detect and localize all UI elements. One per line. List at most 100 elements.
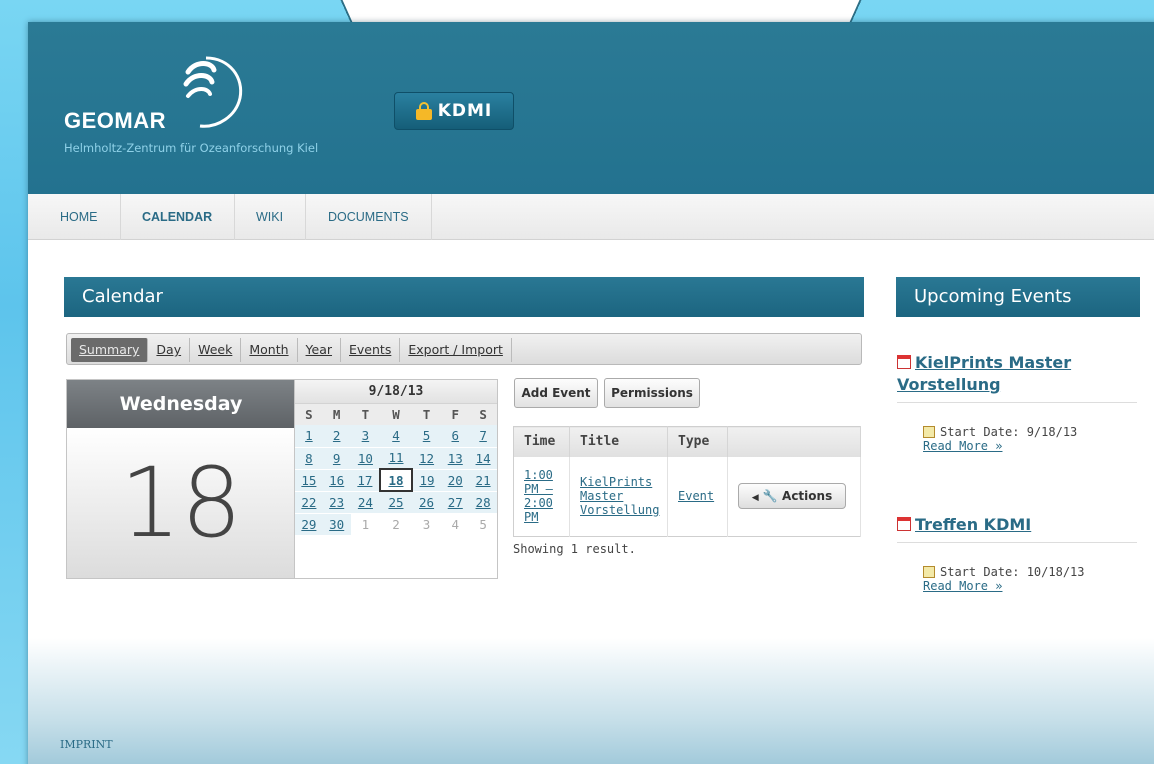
- logo-text[interactable]: GEOMAR: [64, 108, 166, 134]
- mini-calendar-grid: S M T W T F S 1 2 3 4 5 6 7 8 9 10 11 12…: [295, 404, 497, 536]
- weekday-header: T: [350, 404, 381, 425]
- tab-events[interactable]: Events: [341, 338, 401, 362]
- calendar-day[interactable]: 8: [295, 447, 323, 470]
- kdmi-badge[interactable]: KDMI: [394, 92, 514, 130]
- calendar-day-selected[interactable]: 18: [379, 468, 413, 492]
- event-time-line: 2:00: [524, 496, 553, 511]
- events-table: Time Title Type 1:00 PM – 2:00 PM KielPr…: [513, 426, 861, 537]
- background-card: [338, 0, 864, 24]
- calendar-day-other-month: 5: [469, 513, 497, 536]
- event-start-date: Start Date: 9/18/13: [897, 425, 1137, 439]
- event-time-line: 1:00: [524, 468, 553, 483]
- calendar-day[interactable]: 6: [441, 425, 470, 448]
- calendar-day[interactable]: 9: [322, 447, 351, 470]
- calendar-day[interactable]: 30: [322, 513, 351, 536]
- read-more-link[interactable]: Read More »: [897, 579, 1137, 593]
- calendar-day[interactable]: 12: [411, 447, 442, 470]
- table-row: 1:00 PM – 2:00 PM KielPrints Master Vors…: [513, 456, 861, 537]
- calendar-day[interactable]: 25: [380, 491, 412, 514]
- calendar-day[interactable]: 17: [350, 469, 381, 492]
- calendar-day[interactable]: 15: [295, 469, 323, 492]
- upcoming-event-item: KielPrints Master Vorstellung Start Date…: [897, 352, 1137, 453]
- caret-left-icon: ◀: [751, 493, 759, 504]
- calendar-day[interactable]: 19: [411, 469, 442, 492]
- calendar-day-other-month: 2: [380, 513, 412, 536]
- weekday-header: T: [411, 404, 442, 425]
- calendar-day[interactable]: 27: [441, 491, 470, 514]
- lock-icon: [415, 102, 432, 120]
- event-title-line: KielPrints: [580, 475, 653, 490]
- calendar-day[interactable]: 26: [411, 491, 442, 514]
- calendar-day[interactable]: 4: [380, 425, 412, 448]
- logo-subtitle: Helmholtz-Zentrum für Ozeanforschung Kie…: [64, 141, 319, 155]
- calendar-day[interactable]: 24: [350, 491, 381, 514]
- permissions-button[interactable]: Permissions: [604, 378, 700, 408]
- calendar-day[interactable]: 28: [469, 491, 497, 514]
- calendar-day[interactable]: 7: [469, 425, 497, 448]
- column-header-title: Title: [569, 426, 668, 457]
- calendar-small-icon: [923, 425, 935, 438]
- kdmi-label: KDMI: [437, 101, 493, 121]
- main-nav: HOME CALENDAR WIKI DOCUMENTS: [28, 194, 1154, 240]
- site-header: GEOMAR Helmholtz-Zentrum für Ozeanforsch…: [28, 22, 1154, 194]
- calendar-day[interactable]: 20: [441, 469, 470, 492]
- calendar-day[interactable]: 5: [411, 425, 442, 448]
- nav-wiki[interactable]: WIKI: [234, 194, 307, 240]
- calendar-small-icon: [923, 565, 935, 578]
- tab-day[interactable]: Day: [148, 338, 191, 362]
- calendar-day[interactable]: 3: [350, 425, 381, 448]
- browser-page: GEOMAR Helmholtz-Zentrum für Ozeanforsch…: [28, 22, 1154, 764]
- event-title-line: Master: [580, 489, 624, 504]
- event-start-date: Start Date: 10/18/13: [897, 565, 1137, 579]
- start-date-text: Start Date: 10/18/13: [940, 565, 1085, 579]
- calendar-day[interactable]: 29: [295, 513, 323, 536]
- calendar-day[interactable]: 22: [295, 491, 323, 514]
- calendar-day[interactable]: 10: [350, 447, 381, 470]
- tab-week[interactable]: Week: [190, 338, 242, 362]
- column-header-time: Time: [513, 426, 570, 457]
- weekday-header: S: [469, 404, 497, 425]
- calendar-day-other-month: 3: [411, 513, 442, 536]
- nav-documents[interactable]: DOCUMENTS: [306, 194, 432, 240]
- weekday-header: S: [295, 404, 323, 425]
- tab-export-import[interactable]: Export / Import: [400, 338, 512, 362]
- add-event-button[interactable]: Add Event: [514, 378, 598, 408]
- calendar-icon: [897, 516, 911, 531]
- tab-summary[interactable]: Summary: [71, 338, 149, 362]
- calendar-day[interactable]: 16: [322, 469, 351, 492]
- column-header-actions: [727, 426, 861, 457]
- start-date-text: Start Date: 9/18/13: [940, 425, 1078, 439]
- event-title-line: Treffen KDMI: [915, 515, 1032, 534]
- calendar-day[interactable]: 11: [380, 447, 412, 470]
- imprint-link[interactable]: IMPRINT: [60, 738, 113, 751]
- nav-home[interactable]: HOME: [38, 194, 121, 240]
- calendar-day[interactable]: 1: [295, 425, 323, 448]
- weekday-header: W: [380, 404, 412, 425]
- event-time-link[interactable]: 1:00 PM – 2:00 PM: [513, 456, 570, 537]
- event-time-line: PM: [524, 510, 539, 525]
- tab-year[interactable]: Year: [298, 338, 342, 362]
- nav-calendar[interactable]: CALENDAR: [120, 194, 236, 240]
- calendar-day[interactable]: 2: [322, 425, 351, 448]
- event-type-link[interactable]: Event: [667, 456, 728, 537]
- upcoming-event-item: Treffen KDMI Start Date: 10/18/13 Read M…: [897, 514, 1137, 593]
- calendar-icon: [897, 354, 911, 369]
- page-footer: [28, 638, 1154, 764]
- read-more-link[interactable]: Read More »: [897, 439, 1137, 453]
- calendar-day[interactable]: 14: [469, 447, 497, 470]
- calendar-day[interactable]: 23: [322, 491, 351, 514]
- calendar-day[interactable]: 21: [469, 469, 497, 492]
- upcoming-event-title[interactable]: KielPrints Master Vorstellung: [897, 352, 1137, 403]
- tab-month[interactable]: Month: [241, 338, 298, 362]
- calendar-day-other-month: 1: [350, 513, 381, 536]
- calendar-day[interactable]: 13: [441, 447, 470, 470]
- day-name: Wednesday: [67, 380, 295, 428]
- geomar-swirl-icon: [183, 56, 243, 128]
- weekday-header: F: [441, 404, 470, 425]
- upcoming-event-title[interactable]: Treffen KDMI: [897, 514, 1137, 543]
- event-title-link[interactable]: KielPrints Master Vorstellung: [569, 456, 668, 537]
- actions-button[interactable]: ◀ 🔧 Actions: [738, 483, 846, 510]
- mini-calendar: 9/18/13 S M T W T F S 1 2 3 4 5 6 7 8 9 …: [294, 379, 498, 579]
- event-time-line: PM –: [524, 482, 553, 497]
- weekday-header: M: [322, 404, 351, 425]
